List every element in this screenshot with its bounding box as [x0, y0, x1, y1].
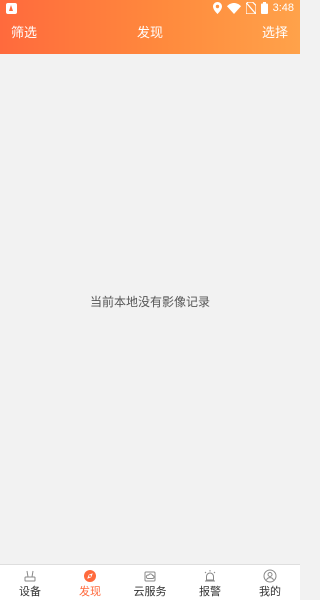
tab-cloud-service[interactable]: 云服务: [120, 565, 180, 600]
title-bar: 筛选 发现 选择: [0, 16, 300, 54]
tab-device[interactable]: 设备: [0, 565, 60, 600]
status-icons: 3:48: [212, 1, 294, 15]
tab-alarm[interactable]: 报警: [180, 565, 240, 600]
no-sim-icon: [245, 2, 256, 14]
battery-icon: [260, 2, 268, 14]
tab-label: 我的: [259, 585, 281, 598]
device-icon: [24, 570, 36, 582]
discover-icon: [84, 570, 96, 582]
cloud-service-icon: [144, 571, 156, 582]
content-area: 当前本地没有影像记录: [0, 54, 300, 564]
tab-label: 报警: [199, 585, 221, 598]
tab-profile[interactable]: 我的: [240, 565, 300, 600]
location-icon: [212, 2, 222, 14]
empty-state-message: 当前本地没有影像记录: [89, 295, 210, 309]
tab-label: 设备: [19, 585, 41, 598]
wifi-icon: [226, 2, 241, 14]
tab-discover[interactable]: 发现: [60, 565, 120, 600]
status-bar: 3:48: [0, 0, 300, 16]
profile-icon: [263, 569, 277, 583]
tab-label: 发现: [79, 585, 101, 598]
notification-app-icon: [6, 3, 17, 14]
page-title: 发现: [136, 26, 163, 41]
tab-label: 云服务: [133, 585, 167, 598]
status-time: 3:48: [272, 2, 294, 14]
alarm-icon: [204, 570, 216, 582]
app-header: 3:48 筛选 发现 选择: [0, 0, 300, 54]
select-button[interactable]: 选择: [262, 26, 288, 42]
bottom-tab-bar: 设备 发现 云服务 报警 我的: [0, 564, 300, 600]
